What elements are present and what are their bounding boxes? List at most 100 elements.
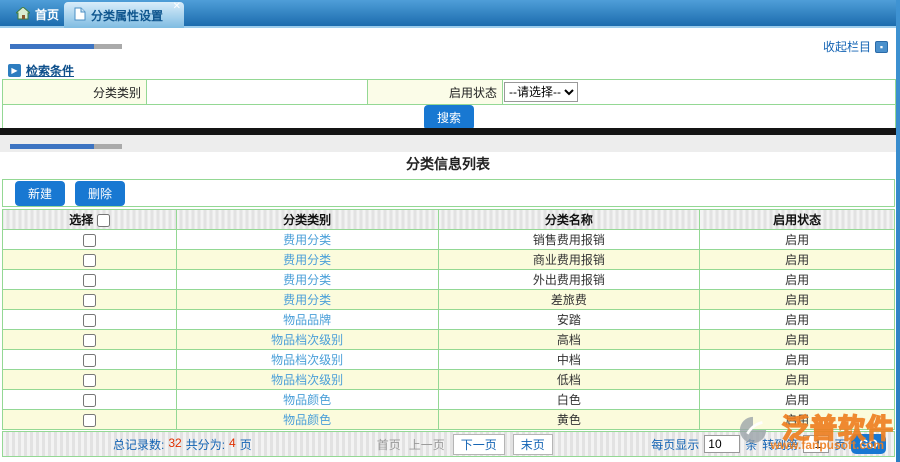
progress-bar-top: [10, 44, 122, 49]
category-link[interactable]: 物品档次级别: [271, 353, 343, 367]
search-conditions-header: ▶ 检索条件: [8, 62, 74, 79]
category-link[interactable]: 费用分类: [283, 273, 331, 287]
right-frame-edge: [896, 0, 900, 462]
pages-value: 4: [229, 436, 236, 453]
category-name-cell: 安踏: [438, 310, 700, 330]
column-select: 选择: [69, 213, 93, 227]
category-link[interactable]: 费用分类: [283, 293, 331, 307]
tab-home[interactable]: 首页: [4, 3, 71, 26]
list-title: 分类信息列表: [0, 154, 896, 174]
prev-page-link[interactable]: 上一页: [409, 436, 445, 453]
table-row: 费用分类 商业费用报销 启用: [3, 250, 895, 270]
play-icon: ▶: [8, 64, 21, 77]
table-row: 费用分类 销售费用报销 启用: [3, 230, 895, 250]
goto-unit: 页: [834, 436, 846, 453]
table-row: 物品品牌 安踏 启用: [3, 310, 895, 330]
category-name-cell: 黄色: [438, 410, 700, 430]
category-name-cell: 高档: [438, 330, 700, 350]
status-cell: 启用: [700, 350, 895, 370]
close-icon[interactable]: ✕: [173, 2, 181, 12]
category-link[interactable]: 物品档次级别: [271, 373, 343, 387]
tab-active-label: 分类属性设置: [91, 7, 163, 24]
category-link[interactable]: 物品品牌: [283, 313, 331, 327]
first-page-link[interactable]: 首页: [377, 436, 401, 453]
category-link[interactable]: 物品档次级别: [271, 333, 343, 347]
row-checkbox[interactable]: [83, 294, 96, 307]
table-body: 费用分类 销售费用报销 启用 费用分类 商业费用报销 启用 费用分类 外出费用报…: [3, 230, 895, 430]
row-checkbox[interactable]: [83, 274, 96, 287]
search-form: 分类类别 启用状态 --请选择-- 搜索: [2, 79, 896, 131]
row-checkbox[interactable]: [83, 354, 96, 367]
record-summary: 总记录数: 32 共分为: 4 页: [113, 436, 252, 453]
per-page-input[interactable]: [704, 435, 740, 453]
enable-status-label: 启用状态: [368, 80, 503, 105]
status-cell: 启用: [700, 410, 895, 430]
goto-page-input[interactable]: [803, 435, 829, 453]
category-name-cell: 销售费用报销: [438, 230, 700, 250]
collapse-link-label: 收起栏目: [823, 38, 871, 55]
pagination-bar: 总记录数: 32 共分为: 4 页 首页 上一页 下一页 末页 每页显示 条 转…: [2, 431, 895, 457]
search-conditions-label: 检索条件: [26, 62, 74, 79]
column-name: 分类名称: [438, 210, 700, 230]
status-cell: 启用: [700, 230, 895, 250]
row-checkbox[interactable]: [83, 334, 96, 347]
column-status: 启用状态: [700, 210, 895, 230]
table-row: 费用分类 外出费用报销 启用: [3, 270, 895, 290]
progress-bar-list: [10, 144, 122, 149]
total-value: 32: [168, 436, 181, 453]
go-button[interactable]: GO: [851, 434, 886, 454]
enable-status-select[interactable]: --请选择--: [504, 82, 578, 102]
pages-label: 共分为:: [186, 436, 225, 453]
row-checkbox[interactable]: [83, 414, 96, 427]
category-name-cell: 商业费用报销: [438, 250, 700, 270]
row-checkbox[interactable]: [83, 234, 96, 247]
per-page-label: 每页显示: [651, 436, 699, 453]
category-name-cell: 差旅费: [438, 290, 700, 310]
home-icon: [16, 7, 30, 23]
tab-home-label: 首页: [35, 6, 59, 23]
last-page-button[interactable]: 末页: [513, 434, 553, 455]
row-checkbox[interactable]: [83, 314, 96, 327]
collapse-panel-link[interactable]: 收起栏目 ▪: [823, 38, 888, 55]
row-checkbox[interactable]: [83, 254, 96, 267]
category-link[interactable]: 费用分类: [283, 233, 331, 247]
select-all-checkbox[interactable]: [97, 214, 110, 227]
page-nav: 首页 上一页 下一页 末页: [377, 434, 553, 455]
status-cell: 启用: [700, 390, 895, 410]
category-name-cell: 白色: [438, 390, 700, 410]
category-name-cell: 外出费用报销: [438, 270, 700, 290]
tab-bar: 首页 分类属性设置 ✕: [0, 0, 900, 28]
category-link[interactable]: 费用分类: [283, 253, 331, 267]
status-cell: 启用: [700, 310, 895, 330]
status-cell: 启用: [700, 370, 895, 390]
category-name-cell: 低档: [438, 370, 700, 390]
goto-label: 转到第: [762, 436, 798, 453]
list-toolbar: 新建 删除: [2, 179, 895, 207]
status-cell: 启用: [700, 250, 895, 270]
tab-category-settings[interactable]: 分类属性设置 ✕: [64, 2, 184, 28]
category-type-input[interactable]: [147, 81, 367, 103]
category-link[interactable]: 物品颜色: [283, 393, 331, 407]
row-checkbox[interactable]: [83, 394, 96, 407]
per-page-unit: 条: [745, 436, 757, 453]
pages-unit: 页: [240, 436, 252, 453]
category-type-label: 分类类别: [3, 80, 147, 105]
document-icon: [74, 7, 86, 24]
table-header-row: 选择 分类类别 分类名称 启用状态: [3, 210, 895, 230]
column-category: 分类类别: [176, 210, 438, 230]
status-cell: 启用: [700, 270, 895, 290]
category-link[interactable]: 物品颜色: [283, 413, 331, 427]
status-cell: 启用: [700, 330, 895, 350]
gray-band: [0, 135, 896, 152]
row-checkbox[interactable]: [83, 374, 96, 387]
status-cell: 启用: [700, 290, 895, 310]
delete-button[interactable]: 删除: [75, 181, 125, 206]
new-button[interactable]: 新建: [15, 181, 65, 206]
table-row: 费用分类 差旅费 启用: [3, 290, 895, 310]
next-page-button[interactable]: 下一页: [453, 434, 505, 455]
table-row: 物品颜色 白色 启用: [3, 390, 895, 410]
total-label: 总记录数:: [113, 436, 164, 453]
search-button[interactable]: 搜索: [424, 105, 474, 130]
category-name-cell: 中档: [438, 350, 700, 370]
section-divider-bar: [0, 128, 896, 135]
